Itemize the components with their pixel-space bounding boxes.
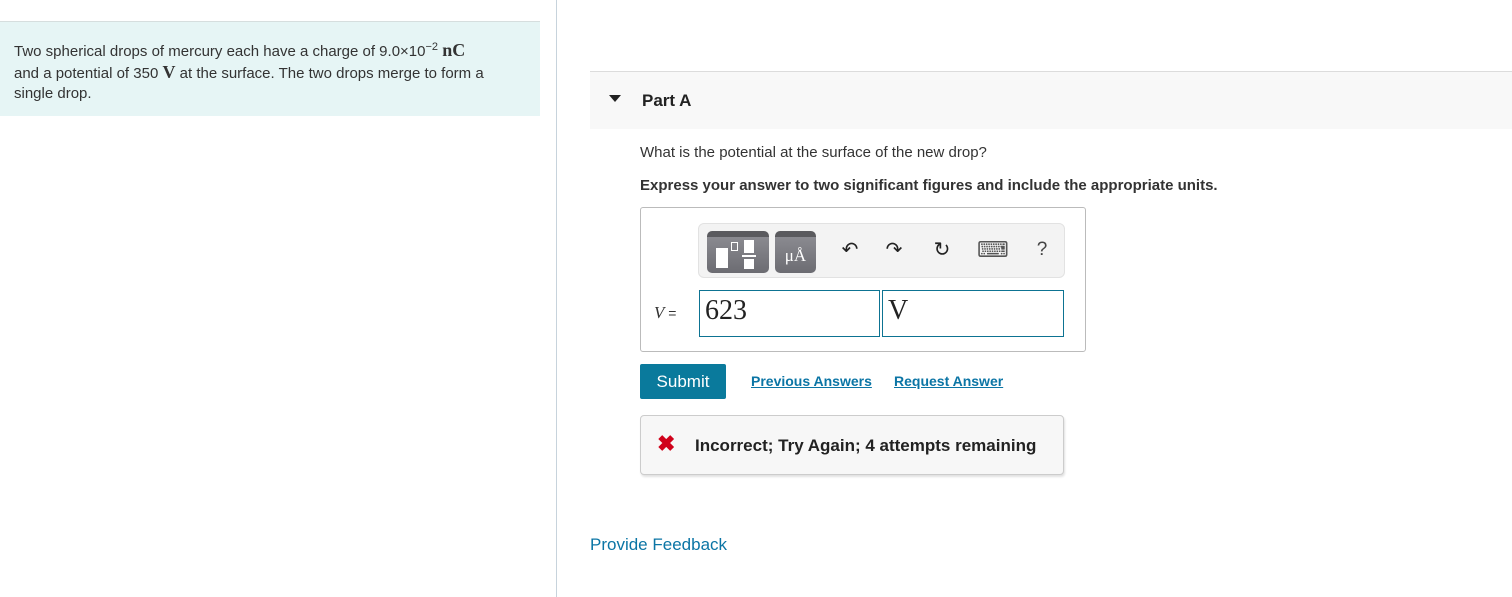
instruction-text: Express your answer to two significant f… xyxy=(640,177,1218,194)
part-a-header[interactable]: Part A xyxy=(590,71,1512,129)
templates-button[interactable] xyxy=(707,231,769,273)
variable-label: V = xyxy=(654,303,676,323)
equals-sign: = xyxy=(664,305,677,321)
charge-unit: nC xyxy=(442,40,466,60)
potential-unit: V xyxy=(162,62,176,82)
answer-value-input[interactable]: 623 xyxy=(699,290,880,337)
answer-box: μÅ ↶ ↷ ↻ ⌨ ? V = 623 V xyxy=(640,207,1086,352)
feedback-message: Incorrect; Try Again; 4 attempts remaini… xyxy=(695,436,1037,455)
undo-icon[interactable]: ↶ xyxy=(835,235,865,265)
answer-unit-input[interactable]: V xyxy=(882,290,1064,337)
redo-icon[interactable]: ↷ xyxy=(879,235,909,265)
request-answer-link[interactable]: Request Answer xyxy=(894,373,1003,389)
problem-text-start: Two spherical drops of mercury each have… xyxy=(14,43,426,60)
column-divider xyxy=(556,0,557,597)
provide-feedback-link[interactable]: Provide Feedback xyxy=(590,535,727,555)
question-text: What is the potential at the surface of … xyxy=(640,144,987,161)
problem-statement: Two spherical drops of mercury each have… xyxy=(0,21,540,116)
part-title: Part A xyxy=(642,91,692,110)
units-button[interactable]: μÅ xyxy=(775,231,816,273)
submit-button[interactable]: Submit xyxy=(640,364,726,399)
incorrect-x-icon: ✖ xyxy=(657,431,676,456)
keyboard-icon[interactable]: ⌨ xyxy=(977,235,1009,265)
problem-text-potential: and a potential of 350 xyxy=(14,65,163,82)
math-toolbar: μÅ ↶ ↷ ↻ ⌨ ? xyxy=(698,223,1065,278)
previous-answers-link[interactable]: Previous Answers xyxy=(751,373,872,389)
caret-down-icon[interactable] xyxy=(609,95,621,102)
feedback-message-box: ✖ Incorrect; Try Again; 4 attempts remai… xyxy=(640,415,1064,475)
charge-exponent: −2 xyxy=(425,41,439,53)
help-icon[interactable]: ? xyxy=(1027,235,1057,265)
reset-icon[interactable]: ↻ xyxy=(927,235,957,265)
variable-symbol: V xyxy=(654,303,665,322)
